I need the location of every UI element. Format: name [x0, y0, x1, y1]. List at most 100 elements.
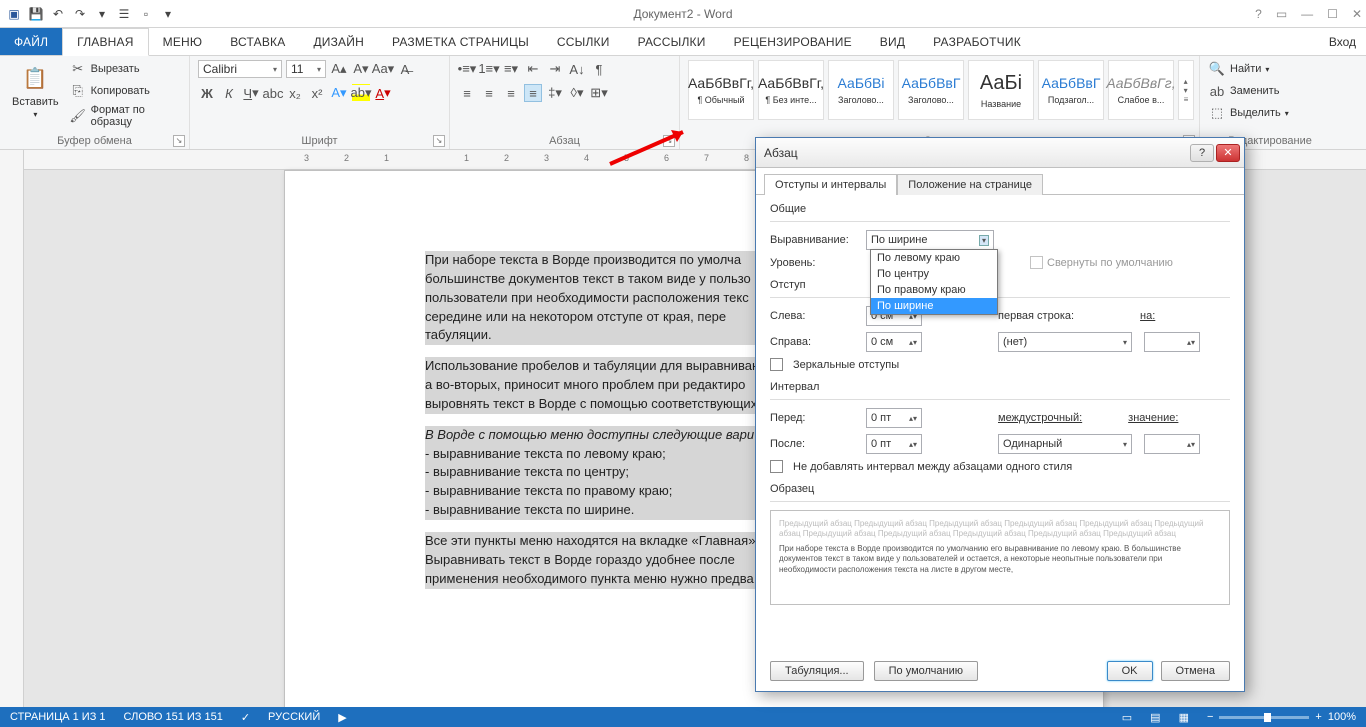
line-spacing-icon[interactable]: ‡▾ — [546, 84, 564, 102]
view-read-icon[interactable]: ▭ — [1122, 711, 1132, 724]
option-center[interactable]: По центру — [871, 266, 997, 282]
line-spacing-value-input[interactable]: ▴▾ — [1144, 434, 1200, 454]
dialog-close-icon[interactable]: ✕ — [1216, 144, 1240, 162]
save-icon[interactable]: 💾 — [28, 6, 44, 22]
first-line-value-input[interactable]: ▴▾ — [1144, 332, 1200, 352]
style-subtitle[interactable]: АаБбВвГПодзагол... — [1038, 60, 1104, 120]
style-heading2[interactable]: АаБбВвГЗаголово... — [898, 60, 964, 120]
strike-icon[interactable]: abc — [264, 84, 282, 102]
redo-icon[interactable]: ↷ — [72, 6, 88, 22]
vertical-ruler[interactable] — [0, 150, 24, 707]
tab-home[interactable]: ГЛАВНАЯ — [62, 28, 148, 56]
word-icon[interactable]: ▣ — [6, 6, 22, 22]
no-space-checkbox[interactable] — [770, 460, 783, 473]
select-button[interactable]: ⬚Выделить▾ — [1208, 104, 1289, 122]
option-right[interactable]: По правому краю — [871, 282, 997, 298]
undo-icon[interactable]: ↶ — [50, 6, 66, 22]
multilevel-icon[interactable]: ≡▾ — [502, 60, 520, 78]
style-subtle[interactable]: АаБбВвГг,Слабое в... — [1108, 60, 1174, 120]
replace-button[interactable]: abЗаменить — [1208, 82, 1279, 100]
change-case-icon[interactable]: Aa▾ — [374, 60, 392, 78]
close-icon[interactable]: ✕ — [1352, 7, 1362, 21]
find-button[interactable]: 🔍Найти▾ — [1208, 60, 1269, 78]
numbering-icon[interactable]: 1≡▾ — [480, 60, 498, 78]
qat-more-icon[interactable]: ▾ — [160, 6, 176, 22]
subscript-icon[interactable]: x₂ — [286, 84, 304, 102]
option-justify[interactable]: По ширине — [871, 298, 997, 314]
shrink-font-icon[interactable]: A▾ — [352, 60, 370, 78]
status-macro-icon[interactable]: ▶ — [338, 711, 346, 724]
status-proof-icon[interactable]: ✓ — [241, 711, 250, 724]
status-page[interactable]: СТРАНИЦА 1 ИЗ 1 — [10, 711, 106, 723]
first-line-select[interactable]: (нет)▾ — [998, 332, 1132, 352]
minimize-icon[interactable]: — — [1301, 7, 1313, 21]
style-heading1[interactable]: АаБбВіЗаголово... — [828, 60, 894, 120]
font-size-select[interactable]: 11▾ — [286, 60, 326, 78]
tabs-button[interactable]: Табуляция... — [770, 661, 864, 681]
copy-button[interactable]: ⎘Копировать — [69, 82, 181, 100]
borders-icon[interactable]: ⊞▾ — [590, 84, 608, 102]
zoom-out-icon[interactable]: − — [1207, 711, 1213, 723]
help-icon[interactable]: ? — [1255, 7, 1262, 21]
tab-developer[interactable]: РАЗРАБОТЧИК — [919, 28, 1035, 55]
tab-review[interactable]: РЕЦЕНЗИРОВАНИЕ — [720, 28, 866, 55]
spacing-after-input[interactable]: 0 пт▴▾ — [866, 434, 922, 454]
show-marks-icon[interactable]: ¶ — [590, 60, 608, 78]
ok-button[interactable]: OK — [1107, 661, 1153, 681]
sort-icon[interactable]: A↓ — [568, 60, 586, 78]
clipboard-launcher[interactable]: ↘ — [173, 135, 185, 147]
maximize-icon[interactable]: ☐ — [1327, 7, 1338, 21]
mirror-checkbox[interactable] — [770, 358, 783, 371]
new-doc-icon[interactable]: ▫ — [138, 6, 154, 22]
view-web-icon[interactable]: ▦ — [1179, 711, 1189, 724]
text-effects-icon[interactable]: A▾ — [330, 84, 348, 102]
ribbon-options-icon[interactable]: ▭ — [1276, 7, 1287, 21]
bold-icon[interactable]: Ж — [198, 84, 216, 102]
format-painter-button[interactable]: 🖌Формат по образцу — [69, 104, 181, 128]
increase-indent-icon[interactable]: ⇥ — [546, 60, 564, 78]
paste-button[interactable]: 📋 Вставить ▾ — [8, 60, 63, 121]
align-center-icon[interactable]: ≡ — [480, 84, 498, 102]
decrease-indent-icon[interactable]: ⇤ — [524, 60, 542, 78]
style-no-spacing[interactable]: АаБбВвГг,¶ Без инте... — [758, 60, 824, 120]
dialog-tab-position[interactable]: Положение на странице — [897, 174, 1043, 195]
italic-icon[interactable]: К — [220, 84, 238, 102]
clear-format-icon[interactable]: A̶ — [396, 60, 414, 78]
spacing-before-input[interactable]: 0 пт▴▾ — [866, 408, 922, 428]
tab-insert[interactable]: ВСТАВКА — [216, 28, 299, 55]
align-right-icon[interactable]: ≡ — [502, 84, 520, 102]
tab-references[interactable]: ССЫЛКИ — [543, 28, 624, 55]
tab-design[interactable]: ДИЗАЙН — [299, 28, 378, 55]
indent-right-input[interactable]: 0 см▴▾ — [866, 332, 922, 352]
tab-mailings[interactable]: РАССЫЛКИ — [624, 28, 720, 55]
dialog-tab-indents[interactable]: Отступы и интервалы — [764, 174, 897, 195]
tab-menu[interactable]: Меню — [149, 28, 217, 55]
qat-customize-icon[interactable]: ▾ — [94, 6, 110, 22]
paragraph-launcher[interactable]: ↘ — [663, 135, 675, 147]
status-lang[interactable]: РУССКИЙ — [268, 711, 320, 723]
line-spacing-select[interactable]: Одинарный▾ — [998, 434, 1132, 454]
styles-more[interactable]: ▴▾≡ — [1178, 60, 1194, 120]
style-title[interactable]: АаБіНазвание — [968, 60, 1034, 120]
zoom-level[interactable]: 100% — [1328, 711, 1356, 723]
alignment-select[interactable]: По ширине▾ — [866, 230, 994, 250]
align-justify-icon[interactable]: ≡ — [524, 84, 542, 102]
status-words[interactable]: СЛОВО 151 ИЗ 151 — [124, 711, 223, 723]
zoom-in-icon[interactable]: + — [1315, 711, 1321, 723]
view-print-icon[interactable]: ▤ — [1150, 711, 1160, 724]
default-button[interactable]: По умолчанию — [874, 661, 978, 681]
font-launcher[interactable]: ↘ — [433, 135, 445, 147]
sign-in[interactable]: Вход — [1329, 28, 1356, 55]
tab-file[interactable]: ФАЙЛ — [0, 28, 62, 55]
underline-icon[interactable]: Ч▾ — [242, 84, 260, 102]
shading-icon[interactable]: ◊▾ — [568, 84, 586, 102]
option-left[interactable]: По левому краю — [871, 250, 997, 266]
cancel-button[interactable]: Отмена — [1161, 661, 1230, 681]
touch-mode-icon[interactable]: ☰ — [116, 6, 132, 22]
grow-font-icon[interactable]: A▴ — [330, 60, 348, 78]
font-name-select[interactable]: Calibri▾ — [198, 60, 282, 78]
highlight-icon[interactable]: ab▾ — [352, 84, 370, 102]
dialog-titlebar[interactable]: Абзац ? ✕ — [756, 138, 1244, 168]
style-normal[interactable]: АаБбВвГг,¶ Обычный — [688, 60, 754, 120]
superscript-icon[interactable]: x² — [308, 84, 326, 102]
